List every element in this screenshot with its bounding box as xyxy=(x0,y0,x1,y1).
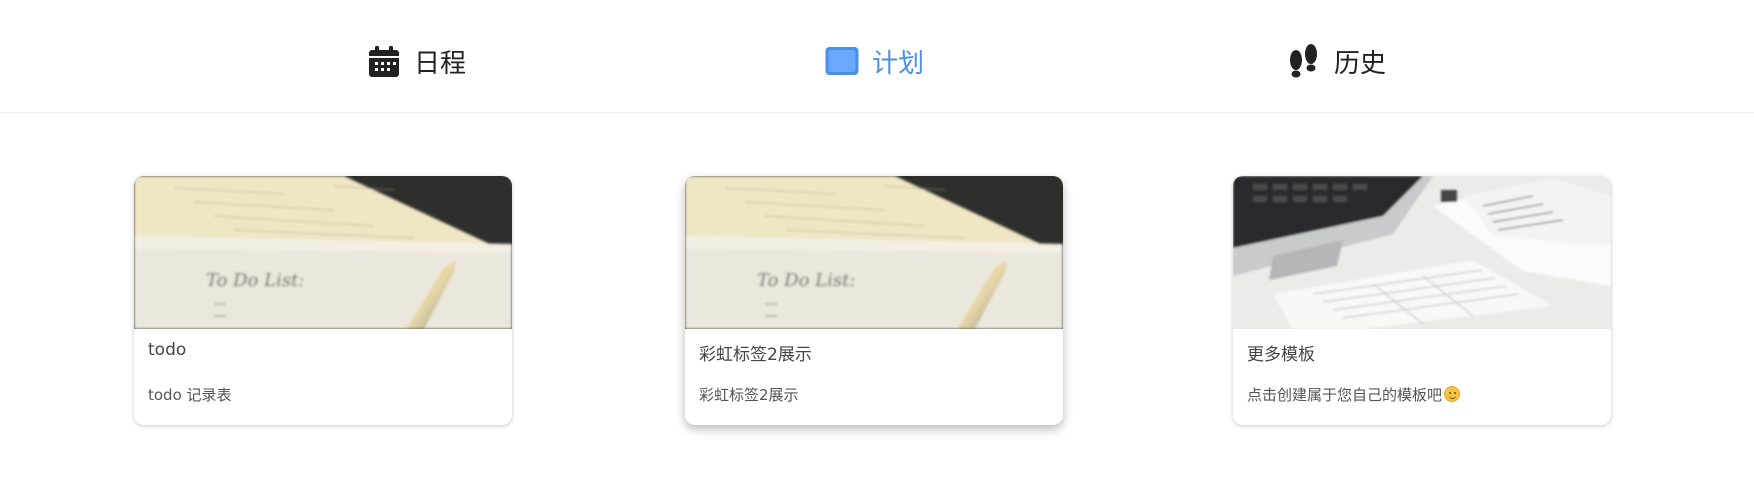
nav-label-history: 历史 xyxy=(1334,48,1387,79)
window-icon xyxy=(825,47,859,75)
nav-tab-history[interactable]: 历史 xyxy=(1286,43,1386,79)
template-card-todo[interactable]: To Do List: todo todo 记录表 xyxy=(134,176,512,425)
card-description: 点击创建属于您自己的模板吧 xyxy=(1247,384,1461,405)
footprints-icon xyxy=(1290,44,1317,78)
card-description-text: 点击创建属于您自己的模板吧 xyxy=(1247,386,1443,404)
svg-text:To Do List:: To Do List: xyxy=(206,270,304,291)
todo-list-photo: To Do List: xyxy=(134,176,512,329)
todo-list-photo: To Do List: xyxy=(685,176,1063,329)
nav-label-plan: 计划 xyxy=(872,48,925,79)
top-navigation: 日程 计划 历史 xyxy=(0,0,1754,113)
nav-label-schedule: 日程 xyxy=(414,48,467,79)
laptop-documents-photo xyxy=(1233,176,1611,329)
nav-tab-schedule[interactable]: 日程 xyxy=(366,43,466,79)
template-card-rainbow[interactable]: To Do List: 彩虹标签2展示 彩虹标签2展示 xyxy=(685,176,1063,425)
template-card-more[interactable]: 更多模板 点击创建属于您自己的模板吧 xyxy=(1233,176,1611,425)
card-title: 彩虹标签2展示 xyxy=(699,345,812,365)
calendar-icon xyxy=(369,46,399,77)
card-description: todo 记录表 xyxy=(148,386,232,404)
card-title: 更多模板 xyxy=(1247,345,1315,365)
card-title: todo xyxy=(148,340,187,360)
smiley-emoji-icon xyxy=(1444,386,1461,402)
nav-tab-plan[interactable]: 计划 xyxy=(824,43,924,79)
card-description: 彩虹标签2展示 xyxy=(699,386,799,404)
svg-text:To Do List:: To Do List: xyxy=(757,270,855,291)
